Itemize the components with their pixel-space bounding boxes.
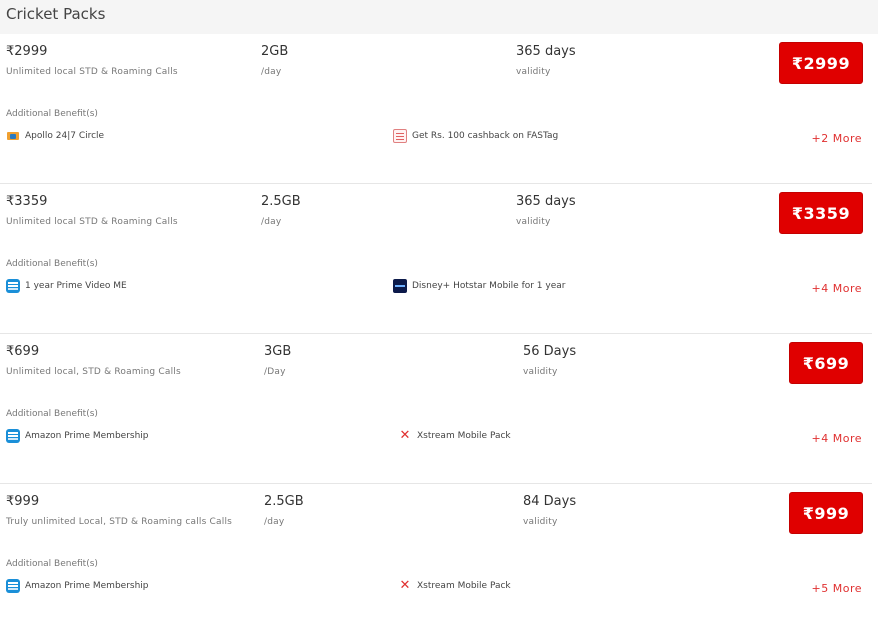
pack-validity: 56 Days bbox=[523, 344, 577, 359]
pack-validity-label: validity bbox=[523, 517, 558, 527]
buy-pack-button[interactable]: ₹699 bbox=[789, 342, 863, 384]
pack-data: 2.5GB bbox=[261, 194, 301, 209]
pack-card: ₹2999 Unlimited local STD & Roaming Call… bbox=[0, 34, 872, 184]
buy-pack-button[interactable]: ₹3359 bbox=[779, 192, 863, 234]
pack-calls: Truly unlimited Local, STD & Roaming cal… bbox=[6, 517, 233, 527]
apollo-icon bbox=[6, 129, 20, 143]
benefit-label: Amazon Prime Membership bbox=[25, 431, 149, 441]
pack-validity-label: validity bbox=[516, 67, 551, 77]
section-header: Cricket Packs bbox=[0, 0, 878, 34]
more-benefits-link[interactable]: +4 More bbox=[812, 432, 862, 445]
pack-data-unit: /day bbox=[261, 67, 282, 77]
more-benefits-link[interactable]: +4 More bbox=[812, 282, 862, 295]
pack-validity: 365 days bbox=[516, 44, 576, 59]
pack-data-unit: /day bbox=[264, 517, 285, 527]
additional-benefits-label: Additional Benefit(s) bbox=[6, 259, 98, 269]
benefit-item: Amazon Prime Membership bbox=[6, 428, 149, 444]
benefit-item: ✕ Xstream Mobile Pack bbox=[398, 428, 511, 444]
benefit-item: Get Rs. 100 cashback on FASTag bbox=[393, 128, 558, 144]
pack-data-unit: /day bbox=[261, 217, 282, 227]
benefit-item: Apollo 24|7 Circle bbox=[6, 128, 104, 144]
benefit-label: Disney+ Hotstar Mobile for 1 year bbox=[412, 281, 566, 291]
additional-benefits-label: Additional Benefit(s) bbox=[6, 109, 98, 119]
hotstar-icon bbox=[393, 279, 407, 293]
fastag-icon bbox=[393, 129, 407, 143]
amazon-prime-icon bbox=[6, 579, 20, 593]
section-title: Cricket Packs bbox=[6, 5, 106, 23]
benefit-item: Amazon Prime Membership bbox=[6, 578, 149, 594]
buy-pack-button[interactable]: ₹999 bbox=[789, 492, 863, 534]
pack-validity: 84 Days bbox=[523, 494, 577, 509]
pack-data: 2.5GB bbox=[264, 494, 304, 509]
pack-validity-label: validity bbox=[523, 367, 558, 377]
benefit-label: Get Rs. 100 cashback on FASTag bbox=[412, 131, 559, 141]
additional-benefits-label: Additional Benefit(s) bbox=[6, 559, 98, 569]
more-benefits-link[interactable]: +2 More bbox=[812, 132, 862, 145]
pack-validity: 365 days bbox=[516, 194, 576, 209]
additional-benefits-label: Additional Benefit(s) bbox=[6, 409, 98, 419]
pack-calls: Unlimited local STD & Roaming Calls bbox=[6, 217, 178, 227]
benefit-item: ✕ Xstream Mobile Pack bbox=[398, 578, 511, 594]
pack-data: 3GB bbox=[264, 344, 292, 359]
buy-pack-button[interactable]: ₹2999 bbox=[779, 42, 863, 84]
benefit-label: Amazon Prime Membership bbox=[25, 581, 149, 591]
pack-calls: Unlimited local, STD & Roaming Calls bbox=[6, 367, 181, 377]
pack-validity-label: validity bbox=[516, 217, 551, 227]
benefit-label: Xstream Mobile Pack bbox=[417, 431, 511, 441]
pack-price: ₹3359 bbox=[6, 194, 48, 209]
benefit-label: Xstream Mobile Pack bbox=[417, 581, 511, 591]
pack-data: 2GB bbox=[261, 44, 289, 59]
pack-calls: Unlimited local STD & Roaming Calls bbox=[6, 67, 178, 77]
benefit-label: 1 year Prime Video ME bbox=[25, 281, 127, 291]
more-benefits-link[interactable]: +5 More bbox=[812, 582, 862, 595]
pack-card: ₹999 Truly unlimited Local, STD & Roamin… bbox=[0, 484, 872, 624]
pack-data-unit: /Day bbox=[264, 367, 286, 377]
pack-card: ₹699 Unlimited local, STD & Roaming Call… bbox=[0, 334, 872, 484]
xstream-icon: ✕ bbox=[399, 578, 411, 593]
benefit-item: Disney+ Hotstar Mobile for 1 year bbox=[393, 278, 565, 294]
pack-price: ₹699 bbox=[6, 344, 40, 359]
amazon-prime-icon bbox=[6, 429, 20, 443]
pack-price: ₹999 bbox=[6, 494, 40, 509]
xstream-icon: ✕ bbox=[399, 428, 411, 443]
pack-price: ₹2999 bbox=[6, 44, 48, 59]
benefit-item: 1 year Prime Video ME bbox=[6, 278, 127, 294]
pack-card: ₹3359 Unlimited local STD & Roaming Call… bbox=[0, 184, 872, 334]
prime-video-icon bbox=[6, 279, 20, 293]
benefit-label: Apollo 24|7 Circle bbox=[25, 131, 105, 141]
